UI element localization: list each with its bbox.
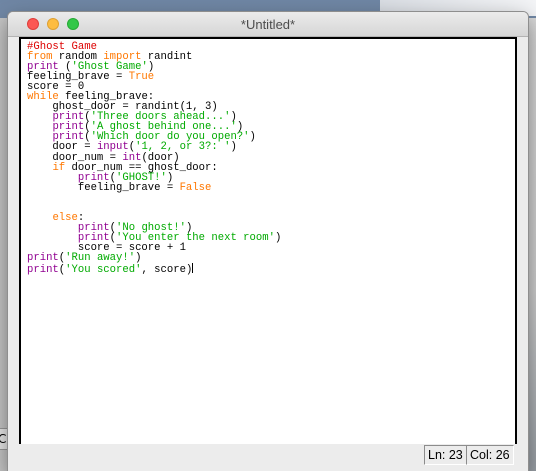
code-token-string: 'You scored' (65, 264, 142, 277)
code-token-builtin: print (27, 264, 59, 277)
background-window-left (0, 18, 8, 471)
title-bar[interactable]: *Untitled* (8, 12, 528, 37)
status-bar: Ln: 23 Col: 26 (8, 444, 528, 471)
code-token-keyword: True (128, 71, 155, 84)
code-token-normal: ) (230, 141, 237, 154)
column-number-indicator: Col: 26 (466, 445, 514, 465)
code-line: feeling_brave = False (27, 181, 281, 194)
code-line: print('You scored', score) (27, 263, 281, 277)
code-editor[interactable]: #Ghost Game from random import randint pri… (19, 37, 517, 446)
code-line: print('Run away!') (27, 253, 281, 264)
code-token-keyword: False (179, 181, 212, 194)
code-token-normal: ) (274, 231, 282, 244)
code-text-area[interactable]: #Ghost Game from random import randint pri… (27, 42, 282, 277)
background-window-right (527, 18, 536, 471)
line-number-indicator: Ln: 23 (424, 445, 467, 465)
window-title: *Untitled* (240, 17, 296, 32)
editor-window: *Untitled* #Ghost Game from random import… (8, 12, 528, 471)
code-token-normal: feeling_brave = (27, 181, 180, 194)
text-cursor (192, 263, 194, 274)
code-token-normal: , score) (141, 264, 193, 277)
code-token-normal: ) (249, 131, 256, 144)
